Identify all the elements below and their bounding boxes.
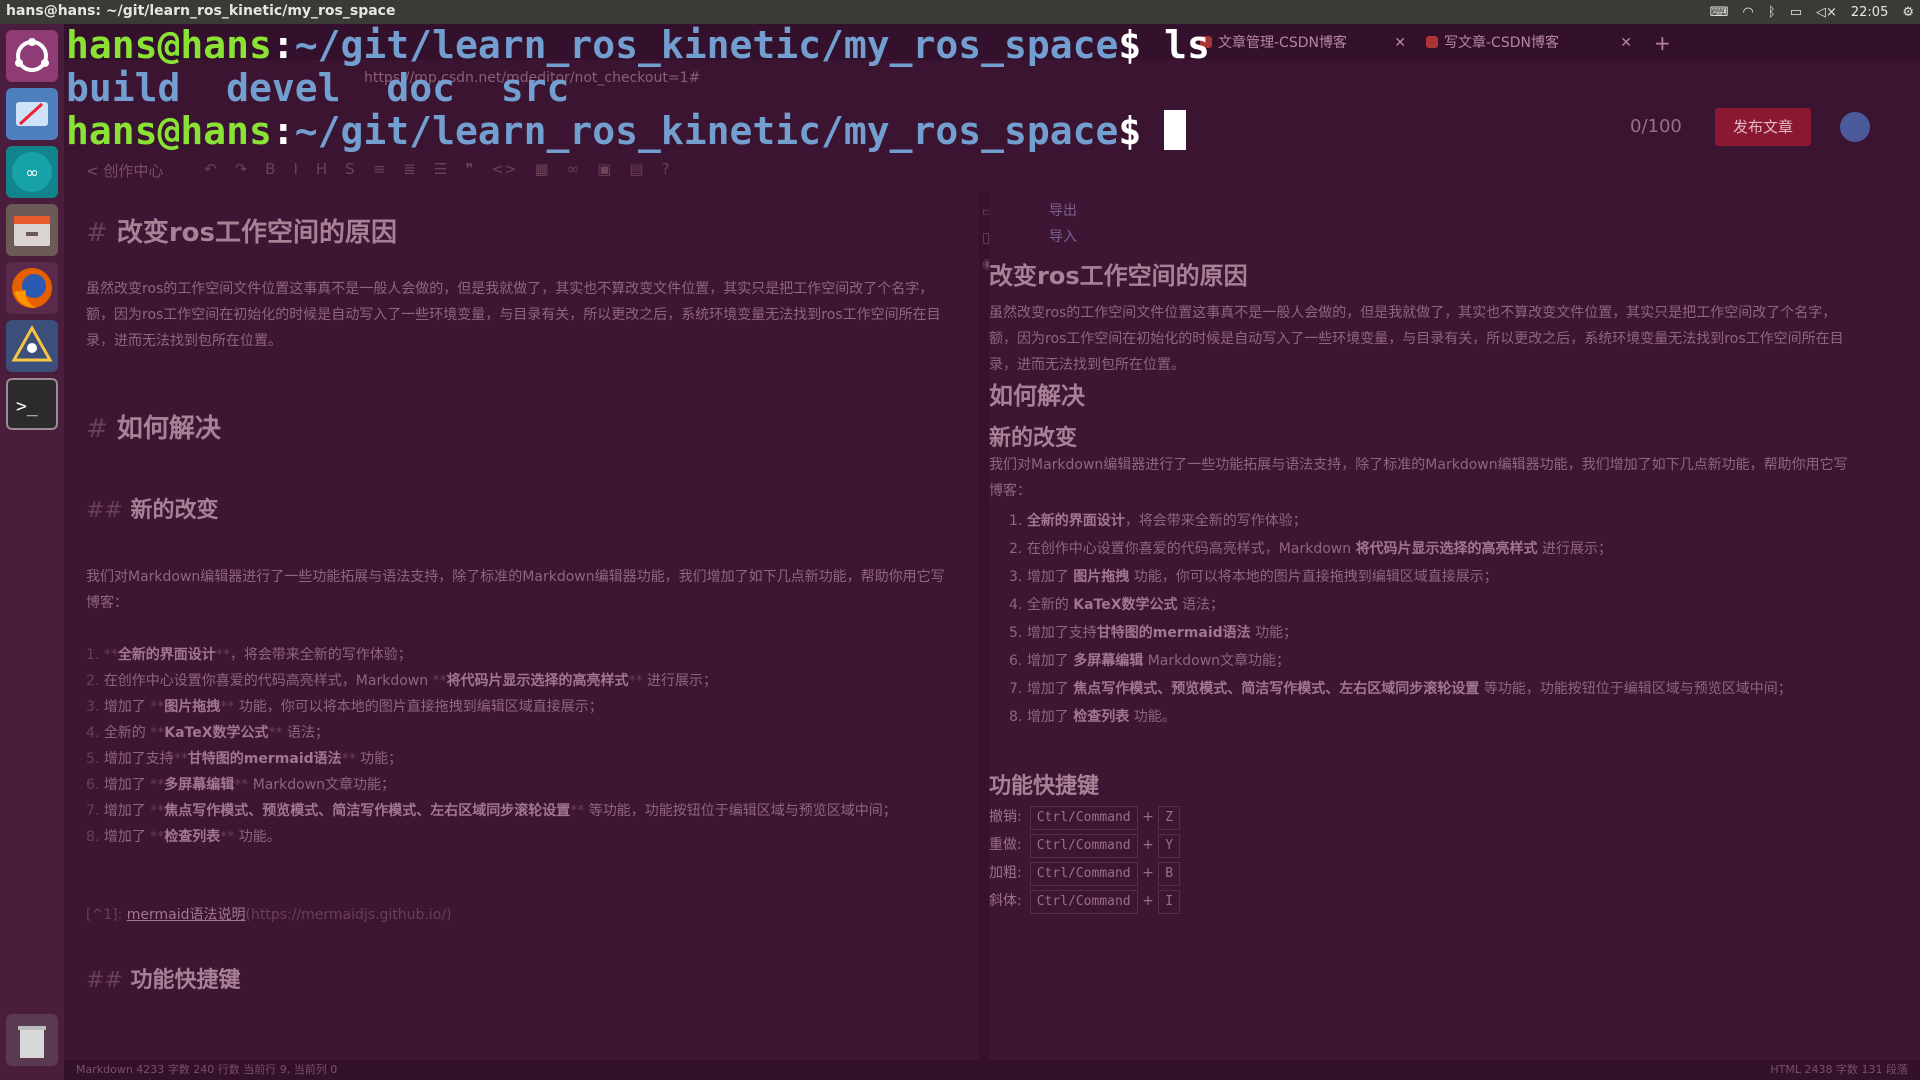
status-right: HTML 2438 字数 131 段落	[1770, 1063, 1908, 1076]
shortcut-row: 加粗: Ctrl/Command + B	[989, 862, 1181, 890]
text-cursor	[1164, 110, 1187, 150]
wifi-icon[interactable]: ◠	[1743, 5, 1754, 20]
status-bar: Markdown 4233 字数 240 行数 当前行 9, 当前列 0 HTM…	[64, 1060, 1920, 1080]
close-icon[interactable]: ✕	[1620, 28, 1632, 58]
screenshot-tool-icon[interactable]	[6, 88, 58, 140]
list-item: 4. 全新的 **KaTeX数学公式** 语法；	[86, 725, 329, 741]
terminal-window[interactable]: 文章管理-CSDN博客 ✕ 写文章-CSDN博客 ✕ + https://mp.…	[64, 24, 1920, 1080]
arduino-icon[interactable]: ∞	[6, 146, 58, 198]
list-item: 8. 增加了 **检查列表** 功能。	[86, 829, 281, 845]
preview-list: 1. 全新的界面设计，将会带来全新的写作体验； 2. 在创作中心设置你喜爱的代码高…	[989, 508, 1859, 732]
ls-output: build devel doc src	[66, 66, 569, 110]
editor-h1: # 改变ros工作空间的原因	[86, 218, 398, 248]
pane-divider[interactable]	[979, 190, 989, 1060]
window-title: hans@hans: ~/git/learn_ros_kinetic/my_ro…	[6, 3, 396, 19]
list-item: 3. 增加了 **图片拖拽** 功能，你可以将本地的图片直接拖拽到编辑区域直接展…	[86, 699, 603, 715]
close-icon[interactable]: ✕	[1394, 28, 1406, 58]
list-item: 7. 增加了 焦点写作模式、预览模式、简洁写作模式、左右区域同步滚轮设置 等功能…	[1009, 681, 1792, 697]
shortcut-row: 斜体: Ctrl/Command + I	[989, 890, 1181, 918]
editor-para-1: 虽然改变ros的工作空间文件位置这事真不是一般人会做的，但是我就做了，其实也不算…	[86, 281, 941, 349]
list-item: 2. 在创作中心设置你喜爱的代码高亮样式，Markdown 将代码片显示选择的高…	[1009, 541, 1613, 557]
tab-write-article[interactable]: 写文章-CSDN博客 ✕	[1420, 28, 1640, 58]
preview-h2: 新的改变	[989, 426, 1078, 451]
ros-app-icon[interactable]	[6, 320, 58, 372]
volume-icon[interactable]: ◁×	[1816, 5, 1837, 20]
export-link[interactable]: 导出	[1049, 200, 1077, 220]
ls-entry: build	[66, 66, 181, 110]
svg-text:∞: ∞	[25, 163, 38, 182]
preview-para-2: 我们对Markdown编辑器进行了一些功能拓展与语法支持，除了标准的Markdo…	[989, 457, 1848, 499]
gear-icon[interactable]: ⚙	[1902, 5, 1914, 20]
keyboard-icon[interactable]: ⌨	[1710, 5, 1729, 20]
editor-h2b: ## 功能快捷键	[86, 968, 241, 993]
list-item: 5. 增加了支持甘特图的mermaid语法 功能；	[1009, 625, 1298, 641]
csdn-icon	[1426, 36, 1438, 48]
editor-h1b: # 如何解决	[86, 414, 221, 444]
launcher: ∞ >_	[0, 24, 64, 1080]
list-item: 5. 增加了支持**甘特图的mermaid语法** 功能；	[86, 751, 403, 767]
list-item: 1. **全新的界面设计**，将会带来全新的写作体验；	[86, 647, 412, 663]
battery-icon[interactable]: ▭	[1790, 5, 1802, 20]
list-item: 1. 全新的界面设计，将会带来全新的写作体验；	[1009, 513, 1307, 529]
title-counter: 0/100	[1630, 116, 1682, 137]
trash-icon[interactable]	[6, 1014, 58, 1066]
preview-h1b: 如何解决	[989, 382, 1085, 410]
preview-h1: 改变ros工作空间的原因	[989, 262, 1248, 290]
prompt-path: ~/git/learn_ros_kinetic/my_ros_space	[294, 23, 1119, 67]
list-item: 6. 增加了 **多屏幕编辑** Markdown文章功能；	[86, 777, 396, 793]
preview-para-1: 虽然改变ros的工作空间文件位置这事真不是一般人会做的，但是我就做了，其实也不算…	[989, 305, 1844, 373]
publish-button[interactable]: 发布文章	[1715, 108, 1811, 146]
shortcut-row: 重做: Ctrl/Command + Y	[989, 834, 1181, 862]
editor-list: 1. **全新的界面设计**，将会带来全新的写作体验； 2. 在创作中心设置你喜爱…	[86, 642, 956, 850]
editor-h2: ## 新的改变	[86, 498, 219, 523]
svg-text:>_: >_	[16, 396, 38, 417]
ls-entry: src	[500, 66, 570, 110]
prompt-user: hans@hans	[66, 23, 272, 67]
editor-para-2: 我们对Markdown编辑器进行了一些功能拓展与语法支持，除了标准的Markdo…	[86, 569, 945, 611]
shortcut-row: 撤销: Ctrl/Command + Z	[989, 806, 1181, 834]
command-text: ls	[1141, 23, 1210, 67]
ls-entry: doc	[386, 66, 455, 110]
list-item: 6. 增加了 多屏幕编辑 Markdown文章功能；	[1009, 653, 1291, 669]
top-panel: hans@hans: ~/git/learn_ros_kinetic/my_ro…	[0, 0, 1920, 24]
clock[interactable]: 22:05	[1851, 5, 1888, 20]
bluetooth-icon[interactable]: ᛒ	[1768, 5, 1776, 20]
list-item: 8. 增加了 检查列表 功能。	[1009, 709, 1176, 725]
system-tray: ⌨ ◠ ᛒ ▭ ◁× 22:05 ⚙	[1710, 2, 1914, 22]
avatar[interactable]	[1840, 112, 1870, 142]
ubuntu-dash-icon[interactable]	[6, 30, 58, 82]
markdown-preview: 导出 导入 改变ros工作空间的原因 虽然改变ros的工作空间文件位置这事真不是…	[989, 190, 1920, 1060]
status-left: Markdown 4233 字数 240 行数 当前行 9, 当前列 0	[76, 1063, 338, 1076]
import-link[interactable]: 导入	[1049, 226, 1077, 246]
list-item: 3. 增加了 图片拖拽 功能，你可以将本地的图片直接拖拽到编辑区域直接展示；	[1009, 569, 1498, 585]
terminal-output[interactable]: hans@hans:~/git/learn_ros_kinetic/my_ros…	[66, 24, 1246, 164]
shortcut-table: 撤销: Ctrl/Command + Z 重做: Ctrl/Command + Y 加粗…	[989, 806, 1181, 918]
ls-entry: devel	[226, 66, 341, 110]
new-tab-button[interactable]: +	[1646, 28, 1686, 58]
firefox-icon[interactable]	[6, 262, 58, 314]
list-item: 2. 在创作中心设置你喜爱的代码高亮样式，Markdown **将代码片显示选择…	[86, 673, 718, 689]
preview-h2b: 功能快捷键	[989, 774, 1100, 799]
list-item: 4. 全新的 KaTeX数学公式 语法；	[1009, 597, 1224, 613]
terminal-icon[interactable]: >_	[6, 378, 58, 430]
files-icon[interactable]	[6, 204, 58, 256]
list-item: 7. 增加了 **焦点写作模式、预览模式、简洁写作模式、左右区域同步滚轮设置**…	[86, 803, 897, 819]
editor-footnote: [^1]: mermaid语法说明(https://mermaidjs.gith…	[86, 907, 452, 923]
markdown-editor[interactable]: # 改变ros工作空间的原因 虽然改变ros的工作空间文件位置这事真不是一般人会…	[64, 190, 979, 1060]
